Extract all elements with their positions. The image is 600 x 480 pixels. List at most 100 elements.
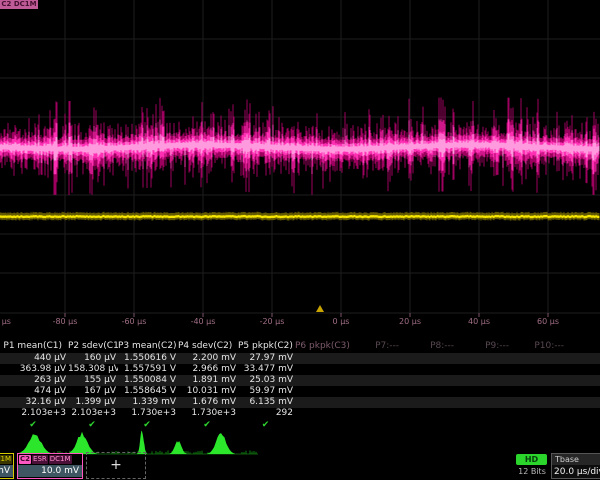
- histicon: [207, 433, 235, 454]
- c1-volts-per-div: 10.0 mV: [0, 465, 13, 477]
- measure-value: 33.477 mV: [238, 364, 295, 375]
- oscilloscope-screen: C2 DC1M -100 µs -80 µs -60 µs -40 µs -20 µs 0…: [0, 0, 600, 480]
- histicon: [67, 432, 97, 454]
- param-header[interactable]: P5 pkpk(C2): [238, 340, 295, 353]
- measure-value: 25.03 mV: [238, 375, 295, 386]
- measure-value: 59.97 mV: [238, 386, 295, 397]
- measure-value: [460, 375, 515, 386]
- c2-coupling-badge: DC1M: [49, 455, 72, 464]
- axis-tick-label: 0 µs: [333, 317, 350, 326]
- param-header[interactable]: P2 sdev(C1): [68, 340, 118, 353]
- trace-annotation-badge: C2 DC1M: [0, 0, 38, 9]
- measure-value: [405, 397, 460, 408]
- measure-value: 1.891 mV: [178, 375, 238, 386]
- measure-value: [515, 408, 570, 419]
- measure-value: 1.339 mV: [118, 397, 178, 408]
- param-header[interactable]: P6 pkpk(C3): [295, 340, 350, 353]
- measure-value: [350, 353, 405, 364]
- axis-tick-label: -80 µs: [53, 317, 78, 326]
- measure-value: 6.135 mV: [238, 397, 295, 408]
- measure-value: [460, 364, 515, 375]
- param-header[interactable]: P1 mean(C1): [0, 340, 68, 353]
- measure-value: 1.550616 V: [118, 353, 178, 364]
- measure-value: 32.16 µV: [0, 397, 68, 408]
- measure-row-value: 440 µV160 µV1.550616 V2.200 mV27.97 mV: [0, 353, 600, 364]
- c2-esr-badge: ESR: [32, 455, 48, 464]
- param-header[interactable]: P7:---: [350, 340, 405, 353]
- measure-value: 10.031 mV: [178, 386, 238, 397]
- param-header[interactable]: P3 mean(C2): [118, 340, 178, 353]
- measure-value: 155 µV: [68, 375, 118, 386]
- time-axis: -100 µs -80 µs -60 µs -40 µs -20 µs 0 µs 20 µs…: [0, 317, 600, 329]
- measurement-table: P1 mean(C1)P2 sdev(C1)P3 mean(C2)P4 sdev…: [0, 340, 600, 431]
- axis-tick-label: -60 µs: [122, 317, 147, 326]
- add-trace-button[interactable]: +: [86, 452, 146, 479]
- channel-descriptor-c1[interactable]: DC1M 10.0 mV: [0, 453, 14, 479]
- measure-value: [350, 386, 405, 397]
- measure-value: 1.730e+3: [118, 408, 178, 419]
- measure-value: [295, 364, 350, 375]
- measure-value: 292: [238, 408, 295, 419]
- measure-value: 1.676 mV: [178, 397, 238, 408]
- measure-value: [350, 364, 405, 375]
- measure-value: 2.103e+3: [0, 408, 68, 419]
- measure-value: [405, 364, 460, 375]
- measure-value: 158.308 µV: [68, 364, 118, 375]
- measure-row-num: 2.103e+32.103e+31.730e+31.730e+3292: [0, 408, 600, 419]
- timebase-title: Tbase: [552, 454, 600, 465]
- measure-value: 1.399 µV: [68, 397, 118, 408]
- measure-value: [295, 353, 350, 364]
- c2-volts-per-div: 10.0 mV: [18, 465, 82, 477]
- timebase-descriptor[interactable]: Tbase 20.0 µs/div: [551, 453, 600, 479]
- c2-label-badge: C2: [19, 455, 31, 464]
- measure-value: [405, 386, 460, 397]
- param-header[interactable]: P10:---: [515, 340, 570, 353]
- status-check-icon: ✔: [68, 419, 118, 431]
- status-row: ✔✔✔✔✔: [0, 419, 600, 431]
- param-header-row: P1 mean(C1)P2 sdev(C1)P3 mean(C2)P4 sdev…: [0, 340, 600, 353]
- measure-row-sdev: 32.16 µV1.399 µV1.339 mV1.676 mV6.135 mV: [0, 397, 600, 408]
- measure-value: 2.200 mV: [178, 353, 238, 364]
- status-check-icon: ✔: [238, 419, 295, 431]
- hd-bits-label: 12 Bits: [512, 467, 552, 476]
- status-check-icon: ✔: [118, 419, 178, 431]
- axis-tick-label: 20 µs: [399, 317, 421, 326]
- measure-value: [515, 397, 570, 408]
- timebase-value: 20.0 µs/div: [552, 465, 600, 478]
- axis-tick-label: -20 µs: [260, 317, 285, 326]
- param-header[interactable]: P9:---: [460, 340, 515, 353]
- channel-descriptor-c2[interactable]: C2 ESR DC1M 10.0 mV: [17, 453, 83, 479]
- param-header[interactable]: P4 sdev(C2): [178, 340, 238, 353]
- measure-value: [460, 397, 515, 408]
- measure-value: [460, 386, 515, 397]
- hd-mode-button[interactable]: HD: [516, 454, 547, 465]
- measure-value: 474 µV: [0, 386, 68, 397]
- measure-value: 1.558645 V: [118, 386, 178, 397]
- axis-tick-label: -40 µs: [191, 317, 216, 326]
- measure-value: 2.966 mV: [178, 364, 238, 375]
- measure-value: [460, 408, 515, 419]
- measure-value: 160 µV: [68, 353, 118, 364]
- measure-value: 1.730e+3: [178, 408, 238, 419]
- measure-value: 1.550084 V: [118, 375, 178, 386]
- measure-row-max: 474 µV167 µV1.558645 V10.031 mV59.97 mV: [0, 386, 600, 397]
- measure-value: [405, 375, 460, 386]
- measure-value: 440 µV: [0, 353, 68, 364]
- measure-value: 263 µV: [0, 375, 68, 386]
- axis-tick-label: -100 µs: [0, 317, 11, 326]
- measure-value: [515, 375, 570, 386]
- measure-value: 27.97 mV: [238, 353, 295, 364]
- histicon: [137, 431, 147, 455]
- axis-tick-label: 60 µs: [537, 317, 559, 326]
- status-check-icon: ✔: [0, 419, 68, 431]
- trigger-position-icon[interactable]: [316, 305, 324, 312]
- measure-value: 2.103e+3: [68, 408, 118, 419]
- measure-value: [515, 364, 570, 375]
- measure-value: 167 µV: [68, 386, 118, 397]
- c1-coupling-badge: DC1M: [0, 455, 12, 464]
- measure-value: [350, 397, 405, 408]
- measure-value: [515, 353, 570, 364]
- measure-row-min: 263 µV155 µV1.550084 V1.891 mV25.03 mV: [0, 375, 600, 386]
- measure-value: [350, 375, 405, 386]
- param-header[interactable]: P8:---: [405, 340, 460, 353]
